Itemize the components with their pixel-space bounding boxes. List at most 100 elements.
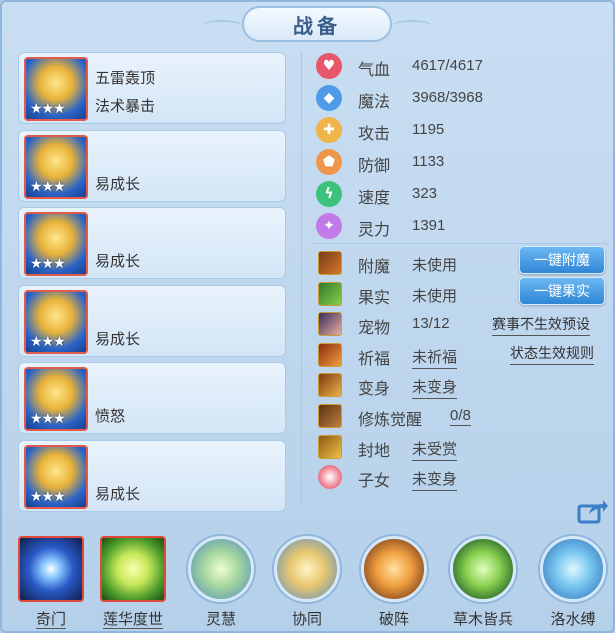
equipment-icon[interactable]: ★★★: [24, 444, 88, 509]
status-list: 附魔 未使用 一键附魔 果实 未使用 一键果实 宠物 13/12 赛事不生效预设…: [314, 246, 614, 493]
skill-slot[interactable]: 洛水缚: [538, 532, 608, 632]
skill-label: 奇门: [35, 611, 66, 629]
skill-slot[interactable]: 破阵: [359, 532, 429, 632]
skill-label: 草木皆兵: [452, 611, 513, 628]
equipment-icon[interactable]: ★★★: [24, 212, 88, 276]
page-title: 战备: [293, 15, 341, 38]
pray-icon[interactable]: [318, 342, 342, 367]
status-value: 未使用: [412, 287, 458, 305]
skill-slot[interactable]: 灵慧: [186, 532, 256, 632]
status-row-cultivate: 修炼觉醒 0/8: [314, 401, 614, 432]
star-rating: ★★★: [30, 333, 66, 350]
stat-label: 魔法: [358, 94, 391, 111]
plant-soldiers-icon[interactable]: [450, 536, 516, 602]
stat-value: 3968/3968: [412, 89, 483, 106]
stat-row-attack: ✚ 攻击 1195: [314, 114, 614, 146]
status-row-transform: 变身 未变身: [314, 370, 614, 401]
stat-value: 1195: [412, 121, 445, 138]
status-value[interactable]: 未受赏: [412, 438, 458, 461]
skill-label: 洛水缚: [550, 611, 596, 628]
status-label: 祈福: [358, 350, 391, 368]
status-row-fruit: 果实 未使用 一键果实: [314, 276, 614, 310]
speed-icon: ϟ: [316, 181, 342, 207]
star-gate-icon[interactable]: [18, 536, 84, 602]
equipment-slot[interactable]: ★★★ 易成长: [18, 207, 286, 279]
fruit-icon[interactable]: [318, 281, 342, 306]
transform-icon[interactable]: [318, 373, 342, 398]
stat-label: 速度: [358, 190, 391, 207]
skill-slot[interactable]: 协同: [272, 532, 342, 632]
status-value: 13/12: [412, 315, 450, 333]
share-icon[interactable]: [577, 498, 609, 524]
equipment-trait: 易成长: [95, 485, 141, 503]
equipment-trait: 易成长: [95, 253, 141, 270]
skill-slot[interactable]: 奇门: [16, 532, 86, 632]
equipment-icon[interactable]: ★★★: [24, 134, 88, 199]
star-rating: ★★★: [30, 256, 66, 272]
pet-icon[interactable]: [318, 312, 342, 337]
spirit-icon: ✦: [316, 213, 342, 239]
equipment-icon[interactable]: ★★★: [24, 57, 88, 121]
sword-icon: ✚: [316, 117, 342, 143]
wisdom-icon[interactable]: [188, 536, 254, 602]
enchant-icon[interactable]: [318, 251, 342, 275]
break-formation-icon[interactable]: [361, 536, 427, 602]
status-value[interactable]: 未祈福: [412, 346, 458, 369]
child-icon[interactable]: [318, 465, 342, 490]
equipment-trait: 易成长: [95, 330, 141, 348]
stat-value: 1133: [412, 153, 445, 170]
status-label: 附魔: [358, 259, 391, 276]
status-label: 封地: [358, 442, 391, 460]
equipment-slot[interactable]: ★★★ 易成长: [18, 129, 286, 202]
status-row-pray: 祈福 未祈福 状态生效规则: [314, 340, 614, 371]
status-value: 未使用: [412, 257, 458, 274]
equipment-slot[interactable]: ★★★ 易成长: [18, 284, 286, 357]
skill-label: 灵慧: [205, 611, 236, 628]
stat-value: 4617/4617: [412, 57, 483, 74]
status-value[interactable]: 未变身: [412, 468, 458, 492]
equipment-icon[interactable]: ★★★: [24, 289, 88, 354]
stat-row-speed: ϟ 速度 323: [314, 178, 614, 210]
lotus-hand-icon[interactable]: [100, 536, 166, 602]
skill-slot[interactable]: 草木皆兵: [448, 532, 518, 632]
cultivate-icon[interactable]: [318, 403, 342, 428]
equipment-trait: 易成长: [95, 175, 141, 193]
star-rating: ★★★: [30, 101, 66, 117]
stat-row-spirit: ✦ 灵力 1391: [314, 210, 614, 242]
skill-label: 协同: [291, 611, 322, 628]
status-rule-link[interactable]: 状态生效规则: [510, 343, 594, 365]
equipment-slot[interactable]: ★★★ 易成长: [18, 439, 286, 512]
event-preset-link[interactable]: 赛事不生效预设: [492, 314, 590, 337]
stat-value: 323: [412, 185, 438, 202]
skill-bar: 奇门 莲华度世 灵慧 协同 破阵 草木皆兵 洛水缚: [2, 532, 615, 633]
stat-row-defense: ⬟ 防御 1133: [314, 146, 614, 178]
status-row-fief: 封地 未受赏: [314, 432, 614, 463]
water-bind-icon[interactable]: [540, 536, 606, 602]
status-value[interactable]: 0/8: [450, 407, 471, 426]
skill-label: 莲华度世: [102, 611, 163, 629]
cooperation-icon[interactable]: [274, 536, 340, 602]
stat-label: 灵力: [358, 222, 391, 239]
horizontal-divider: [314, 243, 609, 244]
star-rating: ★★★: [30, 411, 66, 427]
equipment-icon[interactable]: ★★★: [24, 367, 88, 431]
skill-slot[interactable]: 莲华度世: [98, 532, 168, 632]
one-click-fruit-button[interactable]: 一键果实: [519, 276, 605, 305]
status-value[interactable]: 未变身: [412, 376, 458, 400]
star-rating: ★★★: [30, 488, 66, 505]
stat-label: 攻击: [358, 126, 391, 143]
heart-icon: ♥: [316, 53, 342, 79]
fief-icon[interactable]: [318, 434, 342, 459]
star-rating: ★★★: [30, 178, 66, 195]
status-row-child: 子女 未变身: [314, 462, 614, 493]
attribute-stats: ♥ 气血 4617/4617 ◆ 魔法 3968/3968 ✚ 攻击 1195 …: [314, 50, 614, 242]
one-click-enchant-button[interactable]: 一键附魔: [519, 246, 605, 274]
mana-icon: ◆: [316, 85, 342, 111]
skill-label: 破阵: [378, 611, 409, 628]
shield-icon: ⬟: [316, 149, 342, 175]
battle-prep-panel: 战备 ★★★ 五雷轰顶 法术暴击 ★★★ 易成长 ★★★ 易成长 ★★★ 易成长…: [0, 0, 615, 633]
status-label: 果实: [358, 289, 391, 307]
equipment-slot[interactable]: ★★★ 五雷轰顶 法术暴击: [18, 52, 286, 124]
stat-label: 防御: [358, 158, 391, 175]
equipment-slot[interactable]: ★★★ 愤怒: [18, 362, 286, 434]
